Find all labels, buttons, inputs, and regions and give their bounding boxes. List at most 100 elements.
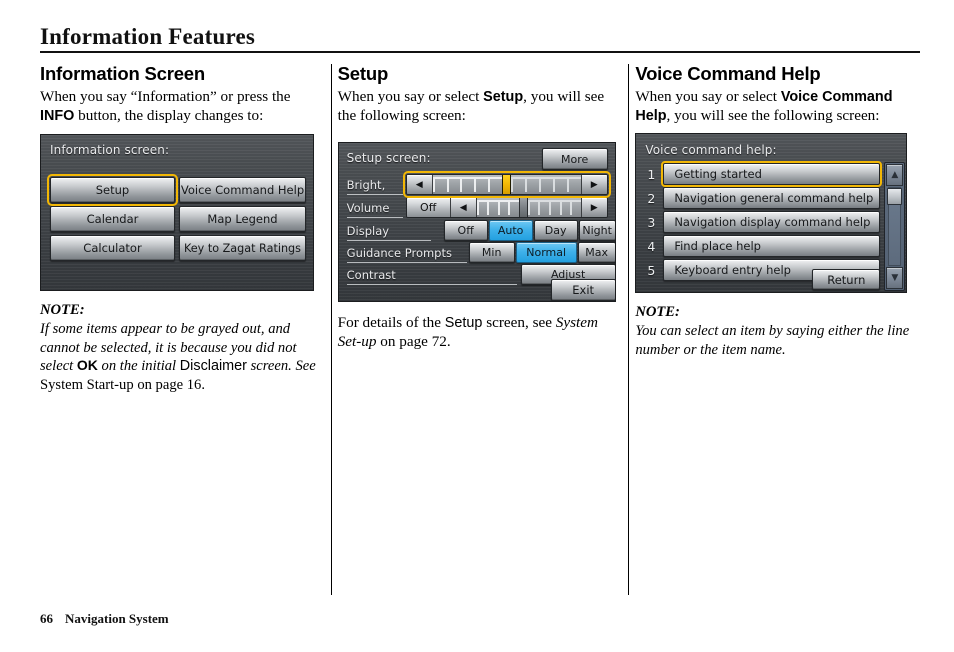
slider-tick: [566, 177, 581, 193]
slider-tick: [552, 177, 567, 193]
voice-help-scrollbar[interactable]: ▲ ▼: [884, 162, 906, 292]
voice-help-item-find-place-help[interactable]: Find place help: [663, 235, 881, 258]
nav-button-calendar[interactable]: Calendar: [50, 206, 175, 233]
slider-tick: [539, 177, 553, 193]
setup-exit-button[interactable]: Exit: [550, 279, 615, 302]
scrollbar-thumb[interactable]: [887, 188, 903, 206]
setup-intro-part1: When you say or select: [337, 87, 484, 105]
setup-ref-keyword: Setup: [444, 315, 483, 332]
voice-help-return-button-label: Return: [827, 272, 866, 287]
brightness-slider-track[interactable]: [432, 175, 581, 195]
chevron-down-icon: ▼: [891, 273, 899, 284]
nav-button-calculator[interactable]: Calculator: [50, 235, 175, 262]
guidance-option-min-label: Min: [481, 246, 502, 260]
display-option-day[interactable]: Day: [533, 220, 578, 242]
nav-button-setup[interactable]: Setup: [47, 174, 178, 207]
slider-tick: [511, 177, 526, 193]
note-line-3b: on the initial: [97, 358, 177, 375]
system-startup-reference: System Start-up: [40, 376, 134, 393]
setup-ref-part-b: screen, see: [482, 314, 556, 332]
setup-row-label-bright: Bright,: [346, 178, 386, 193]
column-voice-command-help: Voice Command Help When you say or selec…: [635, 63, 920, 596]
column-divider-2: [628, 64, 630, 595]
vch-intro-part1: When you say or select: [635, 87, 781, 105]
list-number: 2: [647, 191, 656, 207]
footer-label: Navigation System: [65, 611, 169, 626]
scroll-down-button[interactable]: ▼: [886, 267, 904, 290]
information-screen-note: NOTE: If some items appear to be grayed …: [40, 301, 325, 394]
slider-tick: [525, 177, 539, 193]
display-option-night[interactable]: Night: [578, 220, 615, 242]
guidance-option-max-label: Max: [585, 246, 609, 260]
volume-off-button[interactable]: Off: [406, 198, 451, 218]
ok-keyword: OK: [76, 357, 98, 374]
volume-increase-arrow-icon[interactable]: ▶: [580, 198, 607, 218]
slider-tick: [570, 200, 581, 216]
setup-row-label-display: Display: [346, 224, 390, 239]
brightness-increase-arrow-icon[interactable]: ▶: [580, 175, 607, 195]
setup-reference-text: For details of the Setup screen, see Sys…: [338, 313, 623, 351]
brightness-decrease-arrow-icon[interactable]: ◀: [406, 175, 433, 195]
volume-slider-thumb[interactable]: [518, 198, 528, 218]
note-label: NOTE:: [635, 304, 680, 321]
intro-text-part1: When you say “Information” or press the: [40, 87, 291, 105]
display-option-auto[interactable]: Auto: [488, 220, 533, 242]
display-option-off[interactable]: Off: [443, 220, 488, 242]
scroll-up-button[interactable]: ▲: [886, 164, 904, 187]
voice-help-item-navigation-general-command-help[interactable]: Navigation general command help: [663, 187, 881, 210]
nav-button-key-to-zagat-ratings[interactable]: Key to Zagat Ratings: [179, 235, 306, 262]
volume-slider-track[interactable]: [476, 198, 581, 218]
slider-tick: [476, 200, 488, 216]
voice-help-item-label: Navigation general command help: [674, 191, 874, 206]
page-footer: 66 Navigation System: [40, 611, 169, 627]
slider-tick: [527, 200, 539, 216]
column-divider-1: [330, 64, 332, 595]
setup-row-label-guidance-prompts: Guidance Prompts: [346, 246, 452, 261]
slider-tick: [538, 200, 550, 216]
setup-row-underline-guidance: [346, 262, 467, 264]
nav-button-map-legend[interactable]: Map Legend: [179, 206, 306, 233]
voice-command-help-screen-graphic: Voice command help: 1 Getting started 2 …: [635, 133, 908, 294]
three-column-layout: Information Screen When you say “Informa…: [40, 63, 920, 596]
slider-tick: [488, 177, 503, 193]
setup-intro: When you say or select Setup, you will s…: [338, 87, 623, 125]
information-screen-graphic: Information screen: Setup Calendar Calcu…: [40, 134, 314, 292]
setup-row-underline-bright: [346, 194, 403, 196]
display-option-auto-label: Auto: [497, 224, 524, 238]
nav-button-map-legend-label: Map Legend: [207, 212, 278, 227]
brightness-slider-thumb[interactable]: [502, 175, 512, 195]
setup-volume-slider[interactable]: Off ◀ ▶: [405, 197, 608, 219]
note-label: NOTE:: [40, 302, 85, 319]
setup-ref-part-c: on page 72.: [376, 333, 451, 351]
setup-ref-part-a: For details of the: [337, 314, 445, 332]
voice-help-item-label: Navigation display command help: [674, 215, 871, 230]
setup-brightness-slider[interactable]: ◀ ▶: [402, 171, 611, 199]
voice-help-item-label: Getting started: [674, 167, 762, 182]
volume-off-label: Off: [420, 201, 437, 215]
list-number: 5: [647, 263, 656, 279]
column-gap-2: [622, 64, 635, 596]
information-screen-header-label: Information screen:: [50, 143, 170, 158]
note-line-1: If some items appear to be grayed out,: [40, 320, 265, 337]
slider-tick: [460, 177, 475, 193]
voice-help-item-navigation-display-command-help[interactable]: Navigation display command help: [663, 211, 881, 234]
display-option-day-label: Day: [544, 224, 567, 238]
guidance-option-normal[interactable]: Normal: [515, 242, 577, 264]
voice-help-return-button[interactable]: Return: [812, 269, 881, 291]
nav-button-voice-command-help[interactable]: Voice Command Help: [179, 177, 306, 204]
display-option-off-label: Off: [457, 224, 474, 238]
voice-command-help-note: NOTE: You can select an item by saying e…: [635, 303, 920, 359]
setup-keyword: Setup: [483, 88, 524, 105]
slider-tick: [549, 200, 560, 216]
guidance-option-min[interactable]: Min: [468, 242, 515, 264]
setup-more-button-label: More: [561, 152, 589, 166]
guidance-option-max[interactable]: Max: [577, 242, 615, 264]
volume-decrease-arrow-icon[interactable]: ◀: [450, 198, 477, 218]
voice-help-item-label: Keyboard entry help: [674, 263, 791, 278]
voice-help-item-getting-started[interactable]: Getting started: [661, 161, 883, 188]
setup-more-button[interactable]: More: [541, 148, 608, 171]
nav-button-voice-command-help-label: Voice Command Help: [180, 183, 305, 198]
setup-exit-button-label: Exit: [572, 283, 595, 298]
intro-text-part2: button, the display changes to:: [74, 106, 264, 124]
slider-tick: [446, 177, 461, 193]
